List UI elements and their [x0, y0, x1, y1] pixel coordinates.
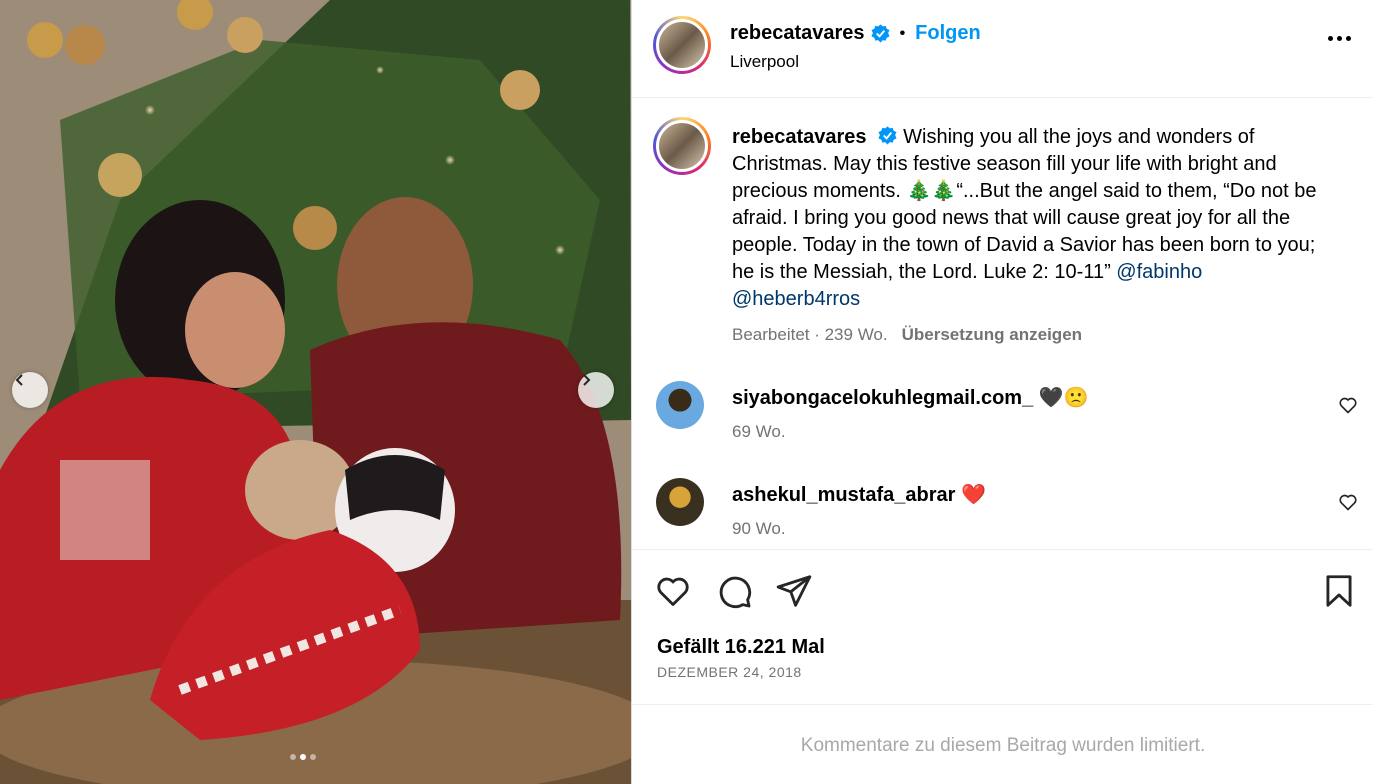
verified-badge-icon: [871, 24, 890, 43]
chevron-right-icon: [583, 374, 591, 386]
more-options-icon[interactable]: [1328, 36, 1351, 41]
follow-button[interactable]: Folgen: [915, 22, 981, 45]
comments-section[interactable]: rebecatavares Wishing you all the joys a…: [632, 99, 1373, 549]
comment-text: 🖤🙁: [1038, 387, 1089, 409]
mention-link[interactable]: @heberb4rros: [732, 288, 860, 310]
post-photo: [0, 0, 631, 784]
carousel-prev-button[interactable]: [12, 372, 48, 408]
carousel-next-button[interactable]: [578, 372, 614, 408]
post-date: DEZEMBER 24, 2018: [657, 664, 802, 680]
comment-item: siyabongacelokuhlegmail.com_ 🖤🙁 69 Wo.: [632, 379, 1373, 459]
commenter-avatar[interactable]: [656, 478, 704, 526]
mention-link[interactable]: @fabinho: [1116, 261, 1202, 283]
comment-item: ashekul_mustafa_abrar ❤️ 90 Wo.: [632, 476, 1373, 549]
heart-icon[interactable]: [654, 572, 692, 610]
comment-time: 90 Wo.: [732, 519, 786, 538]
likes-count[interactable]: Gefällt 16.221 Mal: [657, 636, 825, 659]
post-header: rebecatavares • Folgen Liverpool: [632, 0, 1373, 98]
chevron-left-icon: [15, 374, 23, 386]
caption-text: Wishing you all the joys and wonders of …: [732, 126, 1317, 283]
author-username[interactable]: rebecatavares: [730, 22, 865, 45]
carousel-dot: [290, 754, 296, 760]
separator-dot: •: [899, 24, 906, 42]
photo-illustration: [0, 0, 631, 784]
comment-text: ❤️: [961, 484, 986, 506]
comment-time: 69 Wo.: [732, 422, 786, 441]
commenter-username[interactable]: ashekul_mustafa_abrar: [732, 484, 955, 506]
author-avatar[interactable]: [653, 16, 711, 74]
heart-icon[interactable]: [1338, 492, 1358, 512]
caption-meta: Bearbeitet · 239 Wo.: [732, 325, 888, 344]
carousel-dots: [290, 754, 316, 760]
bookmark-icon[interactable]: [1320, 572, 1358, 610]
share-icon[interactable]: [775, 572, 813, 610]
carousel-dot: [310, 754, 316, 760]
caption-username[interactable]: rebecatavares: [732, 126, 867, 148]
action-bar: Gefällt 16.221 Mal DEZEMBER 24, 2018: [632, 549, 1373, 705]
comments-limited-notice: Kommentare zu diesem Beitrag wurden limi…: [800, 735, 1206, 756]
post-sidebar: rebecatavares • Folgen Liverpool rebecat…: [631, 0, 1373, 784]
comment-icon[interactable]: [715, 572, 753, 610]
verified-badge-icon: [878, 126, 897, 145]
post-location[interactable]: Liverpool: [730, 52, 799, 72]
commenter-username[interactable]: siyabongacelokuhlegmail.com_: [732, 387, 1033, 409]
caption-avatar[interactable]: [653, 117, 711, 175]
translate-button[interactable]: Übersetzung anzeigen: [902, 325, 1082, 344]
carousel-dot-active: [300, 754, 306, 760]
heart-icon[interactable]: [1338, 395, 1358, 415]
commenter-avatar[interactable]: [656, 381, 704, 429]
